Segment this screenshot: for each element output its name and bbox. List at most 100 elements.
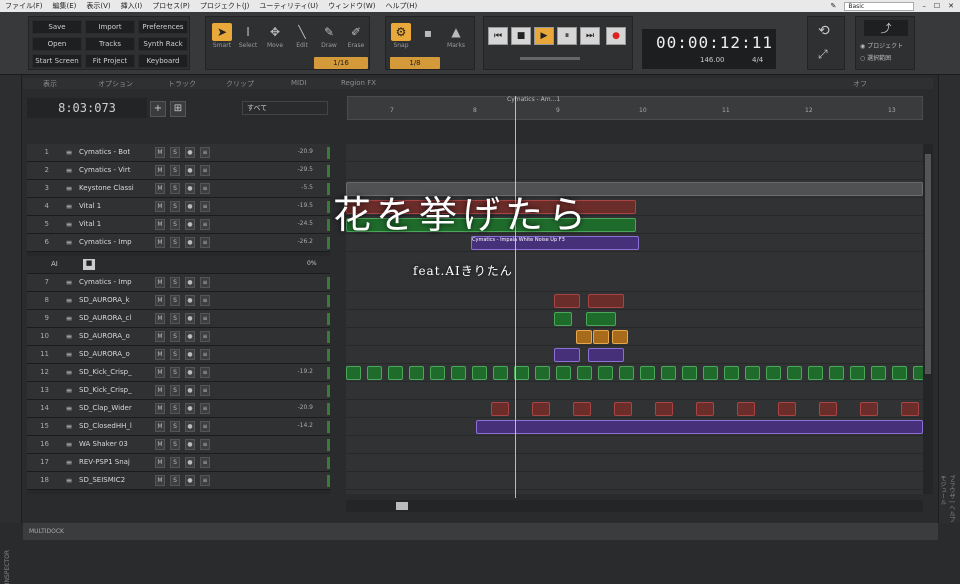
track-volume[interactable]: -20.9 <box>289 404 313 411</box>
track-row[interactable]: 17 ≡ REV-PSP1 Snaj M S ● ≡ <box>27 454 330 472</box>
solo-button[interactable]: S <box>170 403 180 414</box>
menu-utilities[interactable]: ユーティリティ(U) <box>254 1 323 11</box>
export-project-option[interactable]: ◉ プロジェクト <box>860 41 903 50</box>
export-selection-option[interactable]: ○ 選択範囲 <box>860 53 891 62</box>
clip[interactable] <box>724 366 739 380</box>
clip[interactable] <box>913 366 923 380</box>
mute-button[interactable]: M <box>155 421 165 432</box>
pause-button[interactable]: ⏸ <box>557 27 577 45</box>
menu-options-tab[interactable]: オプション <box>98 79 133 89</box>
arrange-lane[interactable] <box>346 328 923 346</box>
solo-button[interactable]: S <box>170 421 180 432</box>
arrange-lane[interactable] <box>346 310 923 328</box>
clip[interactable] <box>819 402 837 416</box>
stop-button[interactable]: ■ <box>511 27 531 45</box>
track-name[interactable]: SD_AURORA_cl <box>79 314 149 322</box>
scroll-thumb[interactable] <box>925 154 931 374</box>
clip[interactable] <box>766 366 781 380</box>
move-tool[interactable]: ✥ Move <box>263 23 287 49</box>
track-row[interactable]: 2 ≡ Cymatics - Virt M S ● ≡ -29.5 <box>27 162 330 180</box>
add-folder-button[interactable]: ⊞ <box>170 101 186 117</box>
snap-toggle[interactable]: ⚙ Snap <box>389 23 413 49</box>
track-volume[interactable]: -19.5 <box>289 202 313 209</box>
save-button[interactable]: Save <box>32 20 82 34</box>
track-name[interactable]: Cymatics - Virt <box>79 166 149 174</box>
clip[interactable] <box>737 402 755 416</box>
clip[interactable] <box>892 366 907 380</box>
export-icon[interactable]: ⤴ <box>864 20 908 36</box>
multidock-bar[interactable]: MULTIDOCK <box>23 523 938 540</box>
input-echo-button[interactable]: ≡ <box>200 313 210 324</box>
record-arm-button[interactable]: ● <box>185 421 195 432</box>
mute-button[interactable]: M <box>155 349 165 360</box>
record-arm-button[interactable]: ● <box>185 201 195 212</box>
track-row[interactable]: 8 ≡ SD_AURORA_k M S ● ≡ <box>27 292 330 310</box>
track-name[interactable]: Cymatics - Imp <box>79 238 149 246</box>
clip[interactable] <box>598 366 613 380</box>
arrange-lane[interactable] <box>346 454 923 472</box>
clip[interactable] <box>472 366 487 380</box>
track-row[interactable]: 16 ≡ WA Shaker 03 M S ● ≡ <box>27 436 330 454</box>
clip[interactable] <box>493 366 508 380</box>
clip[interactable] <box>703 366 718 380</box>
record-arm-button[interactable]: ● <box>185 165 195 176</box>
clip[interactable] <box>576 330 592 344</box>
clip[interactable] <box>491 402 509 416</box>
clip[interactable] <box>588 294 624 308</box>
track-row[interactable]: 4 ≡ Vital 1 M S ● ≡ -19.5 <box>27 198 330 216</box>
mute-button[interactable]: M <box>155 439 165 450</box>
mute-button[interactable]: M <box>155 295 165 306</box>
clip[interactable] <box>850 366 865 380</box>
track-volume[interactable]: -5.5 <box>289 184 313 191</box>
input-echo-button[interactable]: ≡ <box>200 237 210 248</box>
track-name[interactable]: Keystone Classi <box>79 184 149 192</box>
arrange-lane[interactable] <box>346 144 923 162</box>
menu-off-tab[interactable]: オフ <box>853 79 867 89</box>
clip[interactable] <box>614 402 632 416</box>
mute-button[interactable]: M <box>155 331 165 342</box>
record-arm-button[interactable]: ● <box>185 475 195 486</box>
track-filter-select[interactable]: すべて <box>242 101 328 115</box>
clip[interactable] <box>871 366 886 380</box>
menu-window[interactable]: ウィンドウ(W) <box>323 1 380 11</box>
track-name[interactable]: Vital 1 <box>79 202 149 210</box>
track-row[interactable]: 9 ≡ SD_AURORA_cl M S ● ≡ <box>27 310 330 328</box>
automation-toggle[interactable]: ■ <box>83 259 95 270</box>
now-time[interactable]: 00:00:12:11 <box>656 33 773 52</box>
clip[interactable] <box>577 366 592 380</box>
record-button[interactable]: ● <box>606 27 626 45</box>
track-row[interactable]: 1 ≡ Cymatics - Bot M S ● ≡ -20.9 <box>27 144 330 162</box>
clip[interactable] <box>409 366 424 380</box>
solo-button[interactable]: S <box>170 295 180 306</box>
record-arm-button[interactable]: ● <box>185 457 195 468</box>
clip[interactable] <box>554 348 580 362</box>
input-echo-button[interactable]: ≡ <box>200 165 210 176</box>
import-button[interactable]: Import <box>85 20 135 34</box>
solo-button[interactable]: S <box>170 237 180 248</box>
menu-help[interactable]: ヘルプ(H) <box>381 1 423 11</box>
mute-button[interactable]: M <box>155 165 165 176</box>
clip[interactable] <box>451 366 466 380</box>
menu-clips-tab[interactable]: クリップ <box>226 79 254 89</box>
clip[interactable] <box>476 420 923 434</box>
mute-button[interactable]: M <box>155 385 165 396</box>
clip[interactable] <box>640 366 655 380</box>
position-slider[interactable] <box>520 57 580 60</box>
playhead[interactable] <box>515 96 516 498</box>
record-arm-button[interactable]: ● <box>185 403 195 414</box>
workspace-select[interactable]: Basic <box>844 1 915 11</box>
pin-icon[interactable]: ✎ <box>830 2 836 10</box>
clip[interactable] <box>556 366 571 380</box>
clip[interactable] <box>661 366 676 380</box>
clip[interactable] <box>778 402 796 416</box>
inspector-strip[interactable]: INSPECTOR <box>0 75 22 584</box>
mute-button[interactable]: M <box>155 183 165 194</box>
arrange-lane[interactable] <box>346 346 923 364</box>
track-row[interactable]: 15 ≡ SD_ClosedHH_l M S ● ≡ -14.2 <box>27 418 330 436</box>
marks-button[interactable]: ▲ Marks <box>444 23 468 49</box>
add-track-button[interactable]: + <box>150 101 166 117</box>
play-button[interactable]: ▶ <box>534 27 554 45</box>
clip[interactable] <box>588 348 624 362</box>
record-arm-button[interactable]: ● <box>185 295 195 306</box>
mute-button[interactable]: M <box>155 367 165 378</box>
